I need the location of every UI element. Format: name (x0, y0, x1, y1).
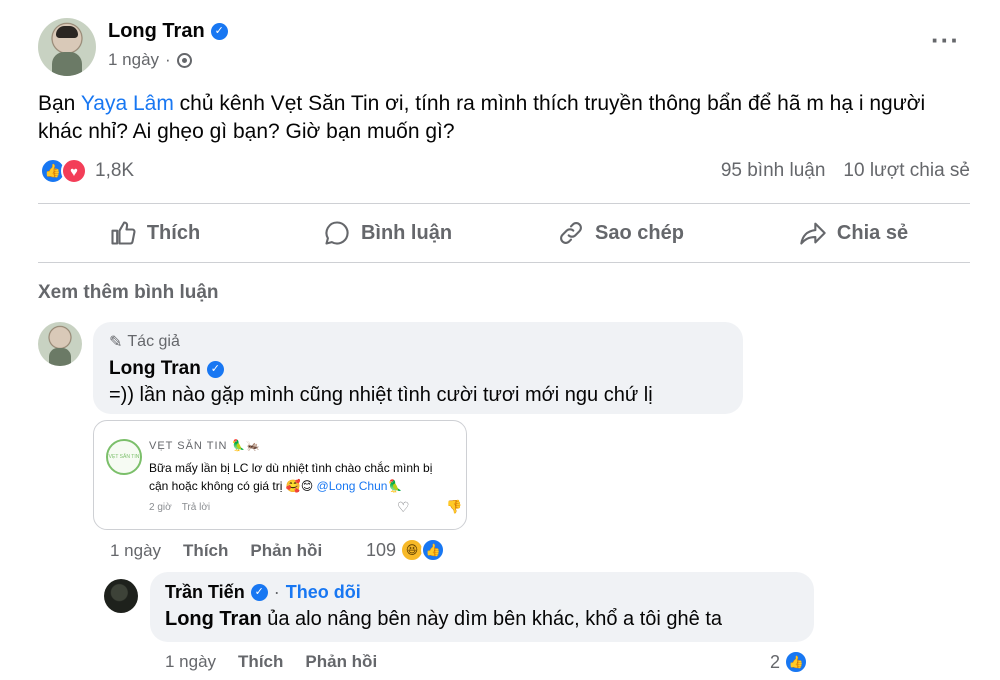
verified-icon: ✓ (250, 584, 268, 601)
mention-link[interactable]: Yaya Lâm (81, 92, 174, 115)
see-more-comments-link[interactable]: Xem thêm bình luận (38, 282, 219, 304)
post-meta: 1 ngày · (108, 50, 192, 70)
comment-reply-button[interactable]: Phản hồi (250, 541, 322, 561)
comment-text: =)) lần nào gặp mình cũng nhiệt tình cườ… (109, 384, 653, 406)
attachment-avatar: VẸT SĂN TIN (106, 439, 142, 475)
reply-like-button[interactable]: Thích (238, 652, 283, 672)
dislike-icon: 👎 (446, 499, 463, 514)
comment-button[interactable]: Bình luận (271, 206, 504, 260)
like-icon: 👍 (784, 650, 809, 674)
post-card: Long Tran ✓ 1 ngày · ··· Bạn Yaya Lâm ch… (0, 0, 1000, 680)
verified-icon: ✓ (210, 23, 228, 40)
follow-button[interactable]: Theo dõi (286, 582, 361, 603)
verified-icon: ✓ (206, 360, 224, 378)
share-icon (800, 222, 826, 245)
divider (38, 203, 970, 204)
heart-icon: ♡ (397, 499, 410, 515)
attachment-text: Bữa mấy lần bị LC lơ dù nhiệt tình chào … (149, 461, 433, 493)
reply-avatar[interactable] (104, 579, 138, 613)
comment-time[interactable]: 1 ngày (110, 541, 161, 561)
reply-reaction-count: 2 (770, 651, 781, 672)
comment-avatar[interactable] (38, 322, 82, 366)
comment-actions: 1 ngày Thích Phản hồi (110, 541, 322, 561)
like-icon (111, 221, 136, 245)
post-author[interactable]: Long Tran ✓ (108, 20, 228, 43)
like-button[interactable]: Thích (38, 206, 271, 260)
attachment-author: VẸT SĂN TIN 🦜🦗 (149, 440, 261, 452)
author-badge: ✎ Tác giả (109, 333, 180, 351)
reply-reactions[interactable]: 2 👍 (770, 650, 809, 674)
comment-reaction-count: 109 (366, 539, 397, 560)
post-time[interactable]: 1 ngày (108, 50, 159, 70)
more-icon[interactable]: ··· (931, 27, 960, 53)
love-icon: ♥ (61, 158, 87, 184)
copy-icon (560, 222, 582, 244)
reply-bubble: Trần Tiến ✓ · Theo dõi Long Tran ủa alo … (150, 572, 814, 642)
comments-count[interactable]: 95 bình luận (721, 160, 826, 182)
comment-like-button[interactable]: Thích (183, 541, 228, 561)
like-icon: 👍 (421, 538, 446, 562)
reaction-summary[interactable]: 👍 ♥ 1,8K (40, 158, 134, 184)
reply-mention[interactable]: Long Tran (165, 608, 262, 630)
comment-bubble: ✎ Tác giả Long Tran ✓ =)) lần nào gặp mì… (93, 322, 743, 414)
attachment-meta: 2 giờ Trả lời (149, 502, 211, 513)
reply-text: Long Tran ủa alo nâng bên này dìm bên kh… (165, 608, 723, 630)
reply-reply-button[interactable]: Phản hồi (305, 652, 377, 672)
comment-attachment-image[interactable]: VẸT SĂN TIN VẸT SĂN TIN 🦜🦗 Bữa mấy lần b… (93, 420, 467, 530)
post-stats: 95 bình luận 10 lượt chia sẻ (721, 160, 970, 182)
pen-icon: ✎ (109, 334, 123, 351)
shares-count[interactable]: 10 lượt chia sẻ (843, 160, 970, 182)
comment-reactions[interactable]: 109 😆 👍 (366, 538, 446, 562)
comment-icon (325, 221, 349, 245)
reply-actions: 1 ngày Thích Phản hồi (165, 652, 377, 672)
post-text: Bạn Yaya Lâm chủ kênh Vẹt Săn Tin ơi, tí… (38, 92, 926, 143)
post-author-name[interactable]: Long Tran (108, 20, 205, 43)
share-button[interactable]: Chia sẻ (737, 206, 970, 260)
divider (38, 262, 970, 263)
globe-icon (176, 52, 192, 68)
reply-time[interactable]: 1 ngày (165, 652, 216, 672)
post-author-avatar[interactable] (38, 18, 96, 76)
copy-button[interactable]: Sao chép (504, 206, 737, 260)
action-bar: Thích Bình luận Sao chép Chia sẻ (38, 206, 970, 260)
reply-author: Trần Tiến ✓ · Theo dõi (165, 582, 361, 603)
reaction-count: 1,8K (95, 160, 135, 181)
comment-author[interactable]: Long Tran ✓ (109, 358, 224, 380)
